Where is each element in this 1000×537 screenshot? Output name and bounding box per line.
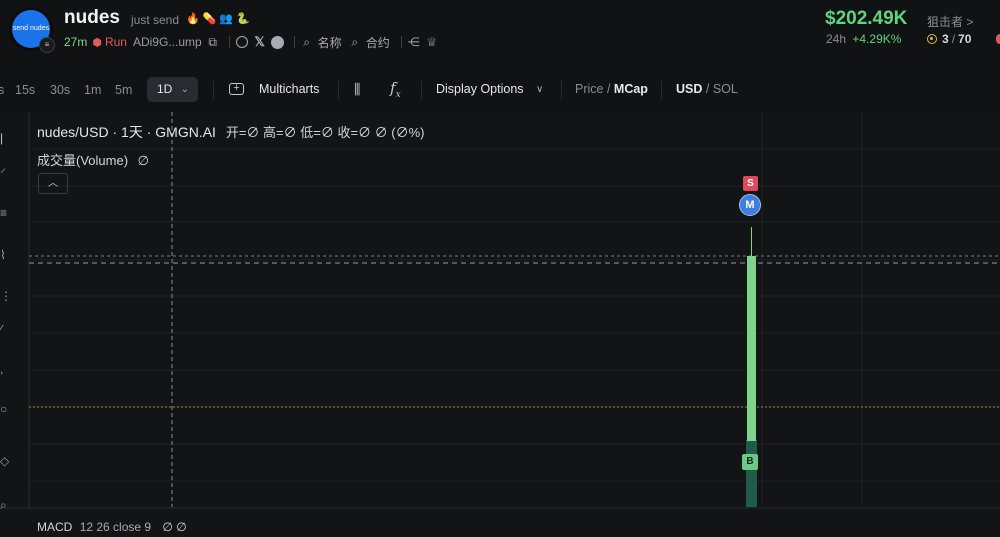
change-value: +4.29K% <box>852 32 902 46</box>
crown-icon[interactable]: ♕ <box>425 35 439 49</box>
timeframe-15s[interactable]: 15s <box>15 83 35 97</box>
token-subtitle: just send <box>131 13 180 27</box>
macd-values: ∅ ∅ <box>162 520 187 534</box>
chart-canvas[interactable] <box>0 112 1000 537</box>
ohlc-values: 开=∅ 高=∅ 低=∅ 收=∅ ∅ (∅%) <box>225 125 425 140</box>
gridlines-horizontal <box>29 148 1000 482</box>
price-option[interactable]: Price <box>575 82 603 96</box>
x-twitter-icon[interactable]: 𝕏 <box>253 34 267 49</box>
chevron-up-icon: ︿ <box>48 178 58 189</box>
price-change: 24h +4.29K% <box>826 32 901 46</box>
timeframe-dropdown[interactable]: 1D ⌄ <box>147 77 198 102</box>
display-options-button[interactable]: Display Options <box>436 82 524 96</box>
sniper-count: 3 / 70 <box>927 32 971 46</box>
trendline-tool-icon[interactable]: ⸍ <box>0 164 6 181</box>
volume-bar <box>746 440 757 507</box>
collapse-legend-button[interactable]: ︿ <box>38 173 68 194</box>
status-indicator <box>996 34 1000 44</box>
sol-option[interactable]: SOL <box>713 82 738 96</box>
search-icon[interactable]: ⌕ <box>348 35 362 49</box>
migrate-marker[interactable]: M <box>739 194 761 216</box>
multicharts-button[interactable]: Multicharts <box>259 82 319 96</box>
fire-icon: 🔥 <box>186 13 200 25</box>
candle-body <box>747 256 756 441</box>
run-label: Run <box>104 35 127 49</box>
chart-toolbar: s 15s 30s 1m 5m 1D ⌄ + Multicharts ⫼ fx … <box>0 68 1000 113</box>
divider <box>338 81 339 99</box>
measure-tool-icon[interactable]: ◇ <box>0 454 9 468</box>
token-name: nudes <box>64 7 120 28</box>
active-timeframe: 1D <box>157 82 173 96</box>
indicators-icon[interactable]: fx <box>390 79 401 100</box>
token-meta-row: 27m ⬢ Run ADi9G...ump ⧉ 𝕏 ⌕ 名称 ⌕ 合约 ⋲ ♕ <box>64 33 443 51</box>
pill-icon: 💊 <box>202 13 217 25</box>
token-age: 27m <box>64 35 88 49</box>
brush-tool-icon[interactable]: ∕ <box>0 322 2 336</box>
timeframe-seconds[interactable]: s <box>0 83 4 97</box>
volume-legend: 成交量(Volume) ∅ <box>37 150 149 169</box>
emoji-tool-icon[interactable]: ○ <box>0 402 7 416</box>
add-chart-icon[interactable]: + <box>229 83 244 95</box>
chevron-down-icon[interactable]: ∨ <box>536 84 543 95</box>
snake-icon: 🐍 <box>236 13 250 25</box>
pump-icon: ⬢ <box>92 36 102 49</box>
fib-tool-icon[interactable]: ≡ <box>0 206 7 220</box>
macd-params: 12 26 close 9 <box>79 520 152 534</box>
mcap-option[interactable]: MCap <box>614 82 648 96</box>
sell-marker[interactable]: S <box>743 176 758 191</box>
timeframe-1m[interactable]: 1m <box>84 83 101 97</box>
text-tool-icon[interactable]: , <box>0 362 3 376</box>
drawing-toolbar: | ⸍ ≡ ⌇ ⋮ ∕ , ○ ◇ ⌕ <box>0 112 12 537</box>
timeframe-30s[interactable]: 30s <box>50 83 70 97</box>
search-icon[interactable]: ⌕ <box>300 35 314 49</box>
chart-legend: nudes/USD · 1天 · GMGN.AI 开=∅ 高=∅ 低=∅ 收=∅… <box>37 122 424 142</box>
buy-marker[interactable]: B <box>742 454 758 470</box>
price-mcap-toggle[interactable]: Price / MCap <box>575 82 648 96</box>
usd-option[interactable]: USD <box>676 82 702 96</box>
contract-address[interactable]: ADi9G...ump <box>133 35 202 49</box>
globe-icon[interactable] <box>235 35 249 49</box>
share-icon[interactable]: ⋲ <box>407 35 421 49</box>
chevron-down-icon: ⌄ <box>180 84 189 95</box>
currency-toggle[interactable]: USD / SOL <box>676 82 738 96</box>
list-icon: ≡ <box>39 37 55 53</box>
token-price: $202.49K <box>825 8 908 29</box>
pitchfork-tool-icon[interactable]: ⌇ <box>0 248 6 262</box>
chart-title: nudes/USD · 1天 · GMGN.AI <box>37 124 216 140</box>
divider <box>561 81 562 99</box>
divider <box>293 36 295 48</box>
zoom-tool-icon[interactable]: ⌕ <box>0 498 7 513</box>
candlestick-icon[interactable]: ⫼ <box>354 81 360 98</box>
divider <box>421 81 422 99</box>
macd-legend: MACD 12 26 close 9 ∅ ∅ <box>37 520 187 534</box>
sniper-total: 70 <box>958 32 972 46</box>
change-period: 24h <box>826 32 847 46</box>
search-name-link[interactable]: 名称 <box>318 34 342 51</box>
sniper-link[interactable]: 狙击者 > <box>927 13 973 30</box>
token-tags: 🔥 💊 👥 🐍 <box>186 12 250 25</box>
search-contract-link[interactable]: 合约 <box>366 34 390 51</box>
token-header: send nudes ≡ nudes just send 🔥 💊 👥 🐍 27m… <box>0 0 1000 69</box>
volume-label: 成交量(Volume) <box>37 153 129 168</box>
divider <box>661 81 662 99</box>
copy-icon[interactable]: ⧉ <box>206 35 220 49</box>
divider <box>213 81 214 99</box>
sniper-current: 3 <box>942 32 949 46</box>
timeframe-5m[interactable]: 5m <box>115 83 132 97</box>
telegram-icon[interactable] <box>271 35 285 49</box>
cursor-tool-icon[interactable]: | <box>0 131 3 145</box>
pattern-tool-icon[interactable]: ⋮ <box>0 289 12 303</box>
gridlines-vertical <box>761 112 863 507</box>
price-chart[interactable]: nudes/USD · 1天 · GMGN.AI 开=∅ 高=∅ 低=∅ 收=∅… <box>0 112 1000 537</box>
macd-label: MACD <box>37 520 73 534</box>
target-icon <box>927 34 937 44</box>
people-icon: 👥 <box>219 13 234 25</box>
divider <box>400 36 402 48</box>
divider <box>228 36 230 48</box>
volume-value: ∅ <box>137 153 149 168</box>
